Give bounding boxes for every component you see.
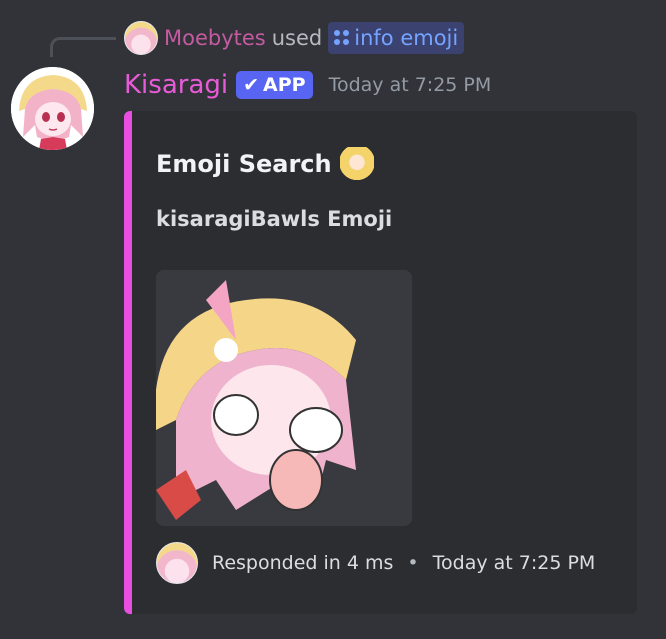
message-timestamp[interactable]: Today at 7:25 PM (329, 74, 492, 96)
embed-description: kisaragiBawls Emoji (156, 207, 393, 231)
author-username[interactable]: Kisaragi (124, 70, 228, 100)
embed-footer: Responded in 4 ms • Today at 7:25 PM (156, 542, 596, 584)
reply-avatar[interactable] (124, 21, 158, 55)
app-badge-label: APP (263, 74, 306, 96)
embed: Emoji Search kisaragiBawls Emoji Respond… (124, 111, 637, 614)
reply-used-label: used (271, 26, 323, 50)
slash-command-icon (334, 30, 350, 46)
embed-title-text: Emoji Search (156, 150, 332, 178)
message-header: Kisaragi ✔ APP Today at 7:25 PM (124, 67, 491, 103)
embed-emoji-image[interactable] (156, 270, 412, 526)
reply-connector-line (50, 37, 116, 57)
reply-username[interactable]: Moebytes (164, 26, 266, 50)
footer-separator: • (407, 552, 419, 574)
footer-timestamp: Today at 7:25 PM (432, 552, 596, 574)
embed-accent-bar (124, 111, 132, 614)
embed-title: Emoji Search (156, 147, 374, 181)
reply-context[interactable]: Moebytes used info emoji (124, 20, 465, 56)
emoji-icon (339, 147, 374, 181)
app-badge: ✔ APP (236, 71, 313, 99)
command-pill[interactable]: info emoji (328, 22, 465, 54)
footer-avatar (156, 542, 198, 584)
author-avatar[interactable] (11, 67, 94, 150)
checkmark-icon: ✔ (243, 74, 260, 96)
footer-text: Responded in 4 ms (212, 552, 394, 574)
command-name: info emoji (354, 26, 459, 50)
message: Moebytes used info emoji Kisaragi ✔ APP … (0, 0, 666, 639)
